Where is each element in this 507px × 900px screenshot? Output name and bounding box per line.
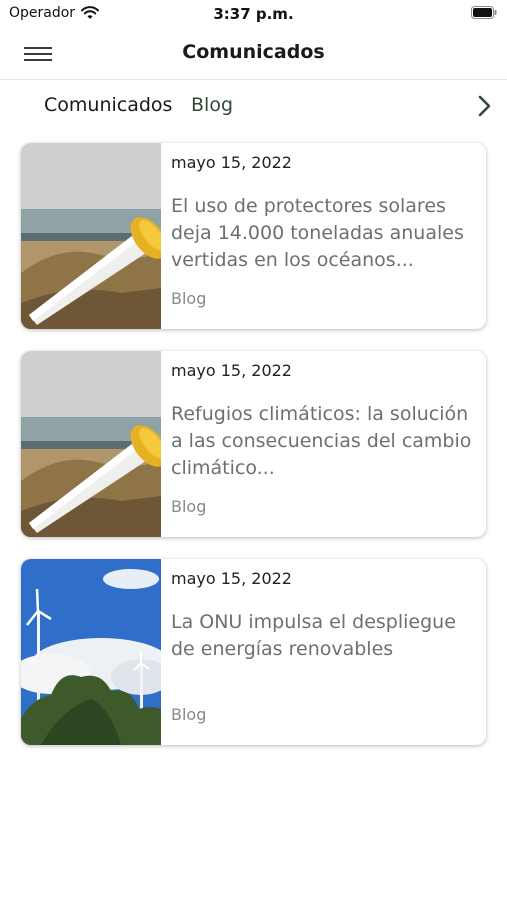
tab-comunicados[interactable]: Comunicados: [44, 94, 172, 116]
article-card[interactable]: mayo 15, 2022 El uso de protectores sola…: [21, 143, 486, 329]
tab-blog[interactable]: Blog: [191, 94, 233, 116]
article-date: mayo 15, 2022: [171, 361, 292, 380]
article-category: Blog: [171, 497, 207, 516]
article-title[interactable]: El uso de protectores solares deja 14.00…: [171, 193, 476, 274]
battery-icon: [471, 6, 497, 19]
wind-turbines-photo: [21, 559, 161, 745]
article-date: mayo 15, 2022: [171, 153, 292, 172]
article-title[interactable]: Refugios climáticos: la solución a las c…: [171, 401, 476, 482]
article-card[interactable]: mayo 15, 2022 La ONU impulsa el desplieg…: [21, 559, 486, 745]
sunscreen-beach-photo: [21, 143, 161, 329]
category-tabs: Comunicados Blog: [0, 80, 507, 132]
page-title: Comunicados: [182, 41, 325, 63]
status-time: 3:37 p.m.: [213, 5, 294, 23]
navigation-bar: Comunicados: [0, 30, 507, 80]
chevron-right-icon[interactable]: [475, 92, 495, 120]
article-date: mayo 15, 2022: [171, 569, 292, 588]
sunscreen-beach-photo: [21, 351, 161, 537]
status-bar: Operador 3:37 p.m.: [0, 0, 507, 28]
article-category: Blog: [171, 289, 207, 308]
article-title[interactable]: La ONU impulsa el despliegue de energías…: [171, 609, 476, 663]
article-category: Blog: [171, 705, 207, 724]
article-card[interactable]: mayo 15, 2022 Refugios climáticos: la so…: [21, 351, 486, 537]
